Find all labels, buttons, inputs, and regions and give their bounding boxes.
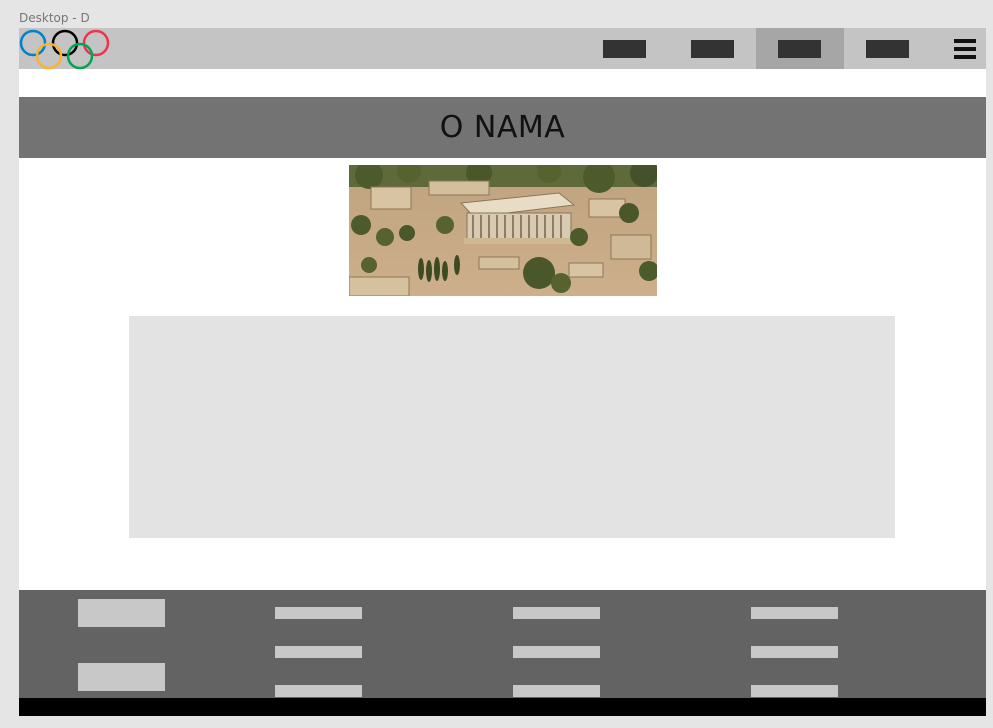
ancient-temple-photo [349, 165, 657, 296]
page-title: O NAMA [439, 110, 566, 145]
footer-link[interactable] [275, 685, 362, 697]
nav-item-3-active[interactable] [756, 28, 844, 69]
footer-logo-placeholder[interactable] [78, 663, 165, 691]
footer-link[interactable] [751, 685, 838, 697]
content-placeholder [129, 316, 895, 538]
title-banner: O NAMA [19, 97, 986, 158]
desktop-frame: O NAMA [19, 28, 986, 716]
navbar [19, 28, 986, 72]
hamburger-menu-icon[interactable] [954, 39, 976, 59]
footer-link[interactable] [751, 607, 838, 619]
footer-link[interactable] [751, 646, 838, 658]
footer-link[interactable] [275, 607, 362, 619]
nav-placeholder-icon [603, 40, 646, 58]
hamburger-line [954, 55, 976, 59]
nav-placeholder-icon [778, 40, 821, 58]
footer-logo-placeholder[interactable] [78, 599, 165, 627]
footer-link[interactable] [513, 685, 600, 697]
hamburger-line [954, 39, 976, 43]
footer-link[interactable] [513, 646, 600, 658]
nav-item-4[interactable] [844, 28, 932, 69]
nav-placeholder-icon [691, 40, 734, 58]
olympic-rings-icon[interactable] [19, 28, 111, 72]
footer-link[interactable] [513, 607, 600, 619]
hamburger-line [954, 47, 976, 51]
nav-item-1[interactable] [581, 28, 669, 69]
footer [19, 590, 986, 698]
footer-link[interactable] [275, 646, 362, 658]
frame-label: Desktop - D [19, 11, 90, 25]
nav-placeholder-icon [866, 40, 909, 58]
nav-item-2[interactable] [669, 28, 757, 69]
bottom-bar [19, 698, 986, 716]
